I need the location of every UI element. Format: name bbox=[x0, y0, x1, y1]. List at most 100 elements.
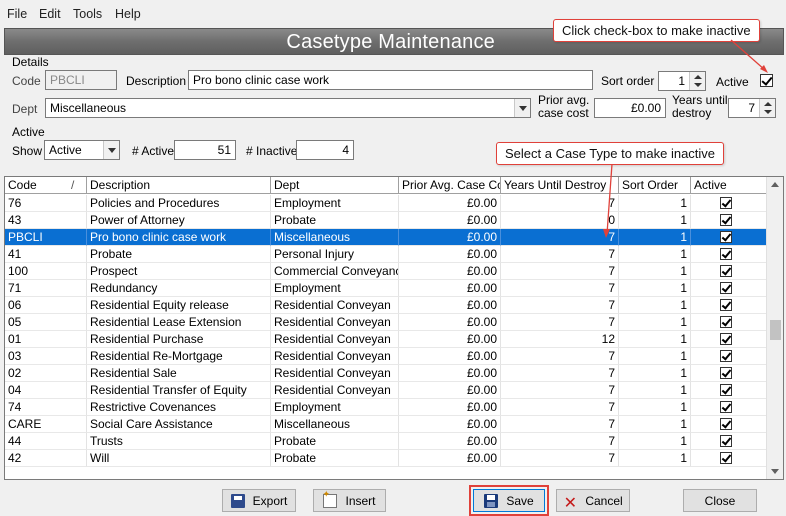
active-row-checkbox[interactable] bbox=[720, 231, 732, 243]
active-row-checkbox[interactable] bbox=[720, 197, 732, 209]
table-row[interactable]: 06 Residential Equity release Residential … bbox=[5, 297, 767, 314]
cell-sort: 1 bbox=[619, 263, 691, 280]
cell-description: Probate bbox=[87, 246, 271, 263]
column-header-active[interactable]: Active bbox=[691, 177, 767, 194]
export-button[interactable]: Export bbox=[222, 489, 296, 512]
close-button[interactable]: Close bbox=[683, 489, 757, 512]
cell-active bbox=[691, 382, 767, 399]
cell-description: Policies and Procedures bbox=[87, 195, 271, 212]
code-field[interactable]: PBCLI bbox=[45, 70, 117, 90]
table-row[interactable]: 03 Residential Re-Mortgage Residential Con… bbox=[5, 348, 767, 365]
insert-button[interactable]: Insert bbox=[313, 489, 386, 512]
table-row[interactable]: 44 Trusts Probate £0.00 7 1 bbox=[5, 433, 767, 450]
save-label: Save bbox=[506, 494, 534, 508]
active-row-checkbox[interactable] bbox=[720, 248, 732, 260]
active-checkbox[interactable] bbox=[760, 74, 773, 87]
sort-order-spin-buttons[interactable] bbox=[689, 72, 705, 90]
years-destroy-value: 7 bbox=[748, 101, 755, 115]
cell-years: 7 bbox=[501, 297, 619, 314]
scroll-up-icon[interactable] bbox=[771, 182, 779, 187]
chevron-down-icon[interactable] bbox=[514, 99, 530, 117]
cancel-button[interactable]: ✕ Cancel bbox=[556, 489, 630, 512]
active-row-checkbox[interactable] bbox=[720, 316, 732, 328]
table-row[interactable]: 01 Residential Purchase Residential Convey… bbox=[5, 331, 767, 348]
active-row-checkbox[interactable] bbox=[720, 435, 732, 447]
table-row[interactable]: PBCLI Pro bono clinic case work Miscellane… bbox=[5, 229, 767, 246]
menu-file[interactable]: File bbox=[7, 7, 27, 21]
cell-cost: £0.00 bbox=[399, 416, 501, 433]
column-header-cost[interactable]: Prior Avg. Case Cost bbox=[399, 177, 501, 194]
menu-tools[interactable]: Tools bbox=[73, 7, 102, 21]
column-header-description[interactable]: Description bbox=[87, 177, 271, 194]
cell-sort: 1 bbox=[619, 450, 691, 467]
num-inactive-field: 4 bbox=[296, 140, 354, 160]
years-destroy-spin-buttons[interactable] bbox=[759, 99, 775, 117]
cell-dept: Employment bbox=[271, 399, 399, 416]
insert-icon bbox=[322, 489, 338, 508]
active-row-checkbox[interactable] bbox=[720, 452, 732, 464]
cell-code: 02 bbox=[5, 365, 87, 382]
active-row-checkbox[interactable] bbox=[720, 265, 732, 277]
cell-sort: 1 bbox=[619, 229, 691, 246]
column-header-sort[interactable]: Sort Order bbox=[619, 177, 691, 194]
cell-dept: Probate bbox=[271, 433, 399, 450]
table-row[interactable]: 74 Restrictive Covenances Employment £0.00 7… bbox=[5, 399, 767, 416]
cell-dept: Residential Conveyan bbox=[271, 348, 399, 365]
table-row[interactable]: 76 Policies and Procedures Employment £0.00… bbox=[5, 195, 767, 212]
cancel-label: Cancel bbox=[585, 494, 623, 508]
active-row-checkbox[interactable] bbox=[720, 299, 732, 311]
show-select[interactable]: Active bbox=[44, 140, 120, 160]
window-title: Casetype Maintenance bbox=[286, 31, 495, 53]
save-button[interactable]: Save bbox=[473, 489, 545, 512]
table-row[interactable]: 05 Residential Lease Extension Residential… bbox=[5, 314, 767, 331]
table-row[interactable]: 41 Probate Personal Injury £0.00 7 1 bbox=[5, 246, 767, 263]
active-row-checkbox[interactable] bbox=[720, 384, 732, 396]
cell-code: CARE bbox=[5, 416, 87, 433]
prior-cost-field[interactable]: £0.00 bbox=[594, 98, 666, 118]
column-header-code[interactable]: Code / bbox=[5, 177, 87, 194]
sort-order-stepper[interactable]: 1 bbox=[658, 71, 706, 91]
active-row-checkbox[interactable] bbox=[720, 350, 732, 362]
prior-cost-label-line2: case cost bbox=[538, 106, 589, 120]
table-row[interactable]: 04 Residential Transfer of Equity Resident… bbox=[5, 382, 767, 399]
dept-value: Miscellaneous bbox=[50, 101, 127, 115]
active-row-checkbox[interactable] bbox=[720, 418, 732, 430]
table-row[interactable]: 43 Power of Attorney Probate £0.00 0 1 bbox=[5, 212, 767, 229]
active-row-checkbox[interactable] bbox=[720, 214, 732, 226]
table-row[interactable]: CARE Social Care Assistance Miscellaneous £… bbox=[5, 416, 767, 433]
cell-code: 03 bbox=[5, 348, 87, 365]
cell-description: Residential Transfer of Equity bbox=[87, 382, 271, 399]
chevron-down-icon[interactable] bbox=[103, 141, 119, 159]
years-destroy-label-line2: destroy bbox=[672, 106, 712, 120]
dept-select[interactable]: Miscellaneous bbox=[45, 98, 531, 118]
cell-sort: 1 bbox=[619, 348, 691, 365]
years-destroy-stepper[interactable]: 7 bbox=[728, 98, 776, 118]
grid-scrollbar[interactable] bbox=[766, 177, 783, 479]
table-row[interactable]: 42 Will Probate £0.00 7 1 bbox=[5, 450, 767, 467]
cell-dept: Probate bbox=[271, 450, 399, 467]
cell-cost: £0.00 bbox=[399, 280, 501, 297]
cell-active bbox=[691, 450, 767, 467]
column-header-years[interactable]: Years Until Destroy bbox=[501, 177, 619, 194]
menu-edit[interactable]: Edit bbox=[39, 7, 61, 21]
cell-sort: 1 bbox=[619, 246, 691, 263]
active-row-checkbox[interactable] bbox=[720, 333, 732, 345]
scroll-thumb[interactable] bbox=[770, 320, 781, 340]
description-field[interactable]: Pro bono clinic case work bbox=[188, 70, 593, 90]
table-row[interactable]: 100 Prospect Commercial Conveyanc £0.00 7 1 bbox=[5, 263, 767, 280]
cell-years: 12 bbox=[501, 331, 619, 348]
cell-years: 7 bbox=[501, 365, 619, 382]
cell-active bbox=[691, 212, 767, 229]
column-header-dept[interactable]: Dept bbox=[271, 177, 399, 194]
cell-description: Social Care Assistance bbox=[87, 416, 271, 433]
menu-help[interactable]: Help bbox=[115, 7, 141, 21]
table-row[interactable]: 71 Redundancy Employment £0.00 7 1 bbox=[5, 280, 767, 297]
active-row-checkbox[interactable] bbox=[720, 367, 732, 379]
cell-sort: 1 bbox=[619, 365, 691, 382]
active-row-checkbox[interactable] bbox=[720, 282, 732, 294]
active-row-checkbox[interactable] bbox=[720, 401, 732, 413]
casetype-grid[interactable]: Code / Description Dept Prior Avg. Case … bbox=[4, 176, 784, 480]
scroll-down-icon[interactable] bbox=[771, 469, 779, 474]
cell-code: 71 bbox=[5, 280, 87, 297]
table-row[interactable]: 02 Residential Sale Residential Conveyan £0… bbox=[5, 365, 767, 382]
